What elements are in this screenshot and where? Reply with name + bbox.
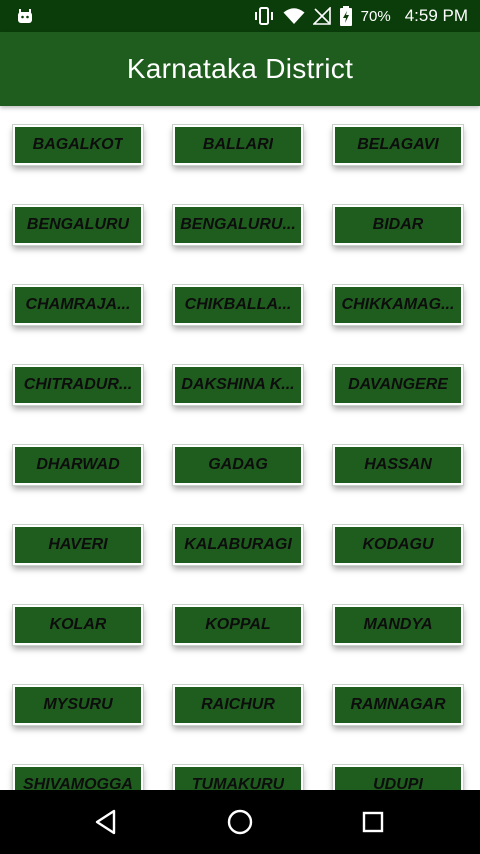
district-label: GADAG: [208, 456, 268, 473]
battery-percent: 70%: [360, 7, 391, 25]
district-button[interactable]: RAICHUR: [172, 684, 304, 726]
status-bar: 70% 4:59 PM: [0, 0, 480, 32]
district-label: MANDYA: [363, 616, 433, 633]
back-triangle-icon: [95, 809, 116, 835]
home-button[interactable]: [222, 804, 258, 840]
district-button[interactable]: CHITRADUR...: [12, 364, 144, 406]
district-label: RAMNAGAR: [350, 696, 446, 713]
district-label: KALABURAGI: [184, 536, 292, 553]
recents-button[interactable]: [355, 804, 391, 840]
battery-charging-icon: [339, 6, 353, 26]
district-grid-scroll[interactable]: BAGALKOT BALLARI BELAGAVI BENGALURU BENGALUR…: [0, 106, 480, 790]
district-button[interactable]: KOLAR: [12, 604, 144, 646]
app-bar: Karnataka District: [0, 32, 480, 106]
district-button[interactable]: GADAG: [172, 444, 304, 486]
district-label: MYSURU: [43, 696, 113, 713]
district-label: CHIKBALLA...: [184, 296, 292, 313]
district-button[interactable]: BIDAR: [332, 204, 464, 246]
district-button[interactable]: BENGALURU: [12, 204, 144, 246]
district-label: BELAGAVI: [357, 136, 439, 153]
district-label: BIDAR: [372, 216, 424, 233]
district-button[interactable]: TUMAKURU: [172, 764, 304, 790]
district-button[interactable]: MANDYA: [332, 604, 464, 646]
district-button[interactable]: RAMNAGAR: [332, 684, 464, 726]
district-label: BAGALKOT: [32, 136, 124, 153]
vibrate-icon: [253, 6, 275, 26]
district-label: BALLARI: [202, 136, 274, 153]
home-circle-icon: [227, 809, 253, 835]
district-label: CHAMRAJA...: [25, 296, 131, 313]
back-button[interactable]: [89, 804, 125, 840]
district-label: HAVERI: [48, 536, 108, 553]
district-button[interactable]: DAVANGERE: [332, 364, 464, 406]
district-button[interactable]: BENGALURU...: [172, 204, 304, 246]
district-label: RAICHUR: [201, 696, 275, 713]
district-button[interactable]: CHIKKAMAG...: [332, 284, 464, 326]
district-button[interactable]: KODAGU: [332, 524, 464, 566]
district-button[interactable]: BALLARI: [172, 124, 304, 166]
district-button[interactable]: CHAMRAJA...: [12, 284, 144, 326]
district-button[interactable]: DHARWAD: [12, 444, 144, 486]
district-label: UDUPI: [373, 776, 423, 790]
status-icons: 70% 4:59 PM: [253, 0, 468, 32]
district-button[interactable]: HAVERI: [12, 524, 144, 566]
district-label: TUMAKURU: [191, 776, 285, 790]
district-label: DAVANGERE: [348, 376, 448, 393]
district-label: DAKSHINA K...: [181, 376, 295, 393]
no-sim-icon: [312, 7, 331, 25]
district-label: BENGALURU: [26, 216, 130, 233]
district-label: SHIVAMOGGA: [23, 776, 133, 790]
district-button[interactable]: DAKSHINA K...: [172, 364, 304, 406]
page-title: Karnataka District: [126, 53, 354, 84]
wifi-icon: [283, 7, 305, 25]
district-button[interactable]: BELAGAVI: [332, 124, 464, 166]
district-button[interactable]: HASSAN: [332, 444, 464, 486]
navigation-bar: [0, 790, 480, 854]
district-button[interactable]: UDUPI: [332, 764, 464, 790]
district-button[interactable]: SHIVAMOGGA: [12, 764, 144, 790]
recents-square-icon: [362, 811, 384, 833]
district-label: KODAGU: [362, 536, 434, 553]
district-button[interactable]: KALABURAGI: [172, 524, 304, 566]
district-label: CHIKKAMAG...: [341, 296, 455, 313]
district-button[interactable]: CHIKBALLA...: [172, 284, 304, 326]
clock: 4:59 PM: [404, 6, 468, 25]
district-button[interactable]: BAGALKOT: [12, 124, 144, 166]
district-button[interactable]: MYSURU: [12, 684, 144, 726]
district-label: CHITRADUR...: [23, 376, 133, 393]
district-button[interactable]: KOPPAL: [172, 604, 304, 646]
district-label: KOLAR: [49, 616, 107, 633]
district-label: BENGALURU...: [180, 216, 296, 233]
district-label: KOPPAL: [205, 616, 271, 633]
district-label: HASSAN: [364, 456, 432, 473]
android-icon: [16, 7, 34, 25]
district-label: DHARWAD: [36, 456, 120, 473]
